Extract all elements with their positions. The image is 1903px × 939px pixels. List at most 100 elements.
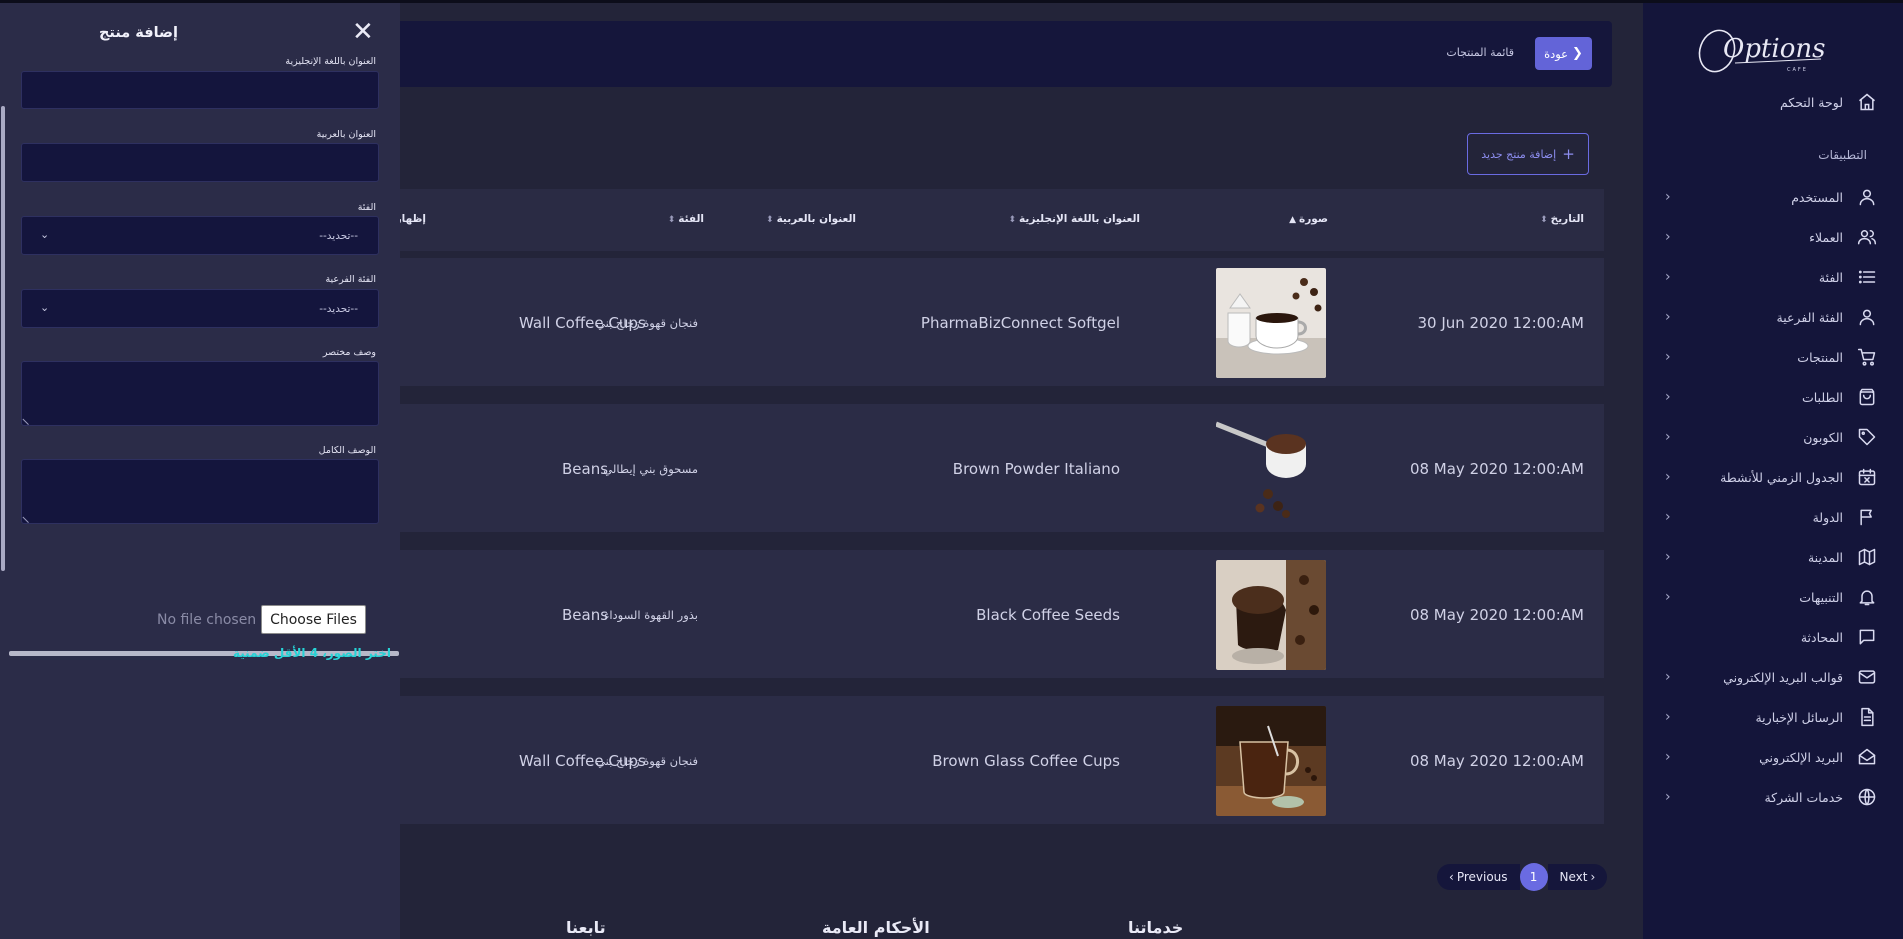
sidebar-item[interactable]: التنبيهات ‹ bbox=[1643, 577, 1903, 617]
back-button-label: عودة bbox=[1544, 46, 1569, 61]
chevron-left-icon: ‹ bbox=[1665, 429, 1671, 445]
sidebar-item-label: العملاء bbox=[1809, 229, 1843, 245]
column-date[interactable]: التاريخ⬍ bbox=[1540, 213, 1584, 225]
home-icon bbox=[1853, 92, 1881, 112]
sidebar-item[interactable]: العملاء ‹ bbox=[1643, 217, 1903, 257]
globe-icon bbox=[1853, 787, 1881, 807]
chevron-left-icon: ‹ bbox=[1665, 549, 1671, 565]
chevron-left-icon: ‹ bbox=[1665, 269, 1671, 285]
sidebar-item[interactable]: خدمات الشركة ‹ bbox=[1643, 777, 1903, 817]
chevron-right-icon: › bbox=[1590, 870, 1596, 884]
row-title-en: PharmaBizConnect Softgel bbox=[920, 314, 1120, 332]
category-select[interactable]: --تحديد-- ⌄ bbox=[21, 216, 379, 255]
map-icon bbox=[1853, 547, 1881, 567]
category-select-value: --تحديد-- bbox=[319, 230, 358, 242]
options-cafe-logo[interactable]: Options CAFE bbox=[1695, 17, 1825, 75]
sidebar-item-label: المحادثة bbox=[1800, 629, 1843, 645]
column-title-en[interactable]: العنوان باللغة الإنجليزية⬍ bbox=[1008, 213, 1140, 225]
row-title-ar: فنجان قهوة زجاج بني bbox=[596, 754, 698, 768]
bell-icon bbox=[1853, 587, 1881, 607]
table-row: Beans مسحوق بني إيطالي Brown Powder Ital… bbox=[325, 404, 1604, 532]
chevron-down-icon: ⌄ bbox=[40, 228, 50, 241]
chevron-left-icon: ‹ bbox=[1665, 349, 1671, 365]
sidebar-item-label: المنتجات bbox=[1797, 349, 1843, 365]
row-title-ar: بذور القهوة السوداء bbox=[603, 608, 698, 622]
coffee-scoop-image bbox=[1216, 414, 1326, 524]
resize-handle-icon[interactable] bbox=[22, 510, 35, 524]
vertical-scrollbar[interactable] bbox=[1, 106, 5, 571]
choose-files-button[interactable]: Choose Files bbox=[261, 605, 366, 634]
calendar-x-icon bbox=[1853, 467, 1881, 487]
sidebar-item-label: الدولة bbox=[1812, 509, 1843, 525]
sort-icon: ⬍ bbox=[1008, 215, 1017, 225]
sidebar-item-label: قوالب البريد الإلكتروني bbox=[1723, 669, 1843, 685]
subcategory-select[interactable]: --تحديد-- ⌄ bbox=[21, 289, 379, 328]
chevron-left-icon: ‹ bbox=[1665, 709, 1671, 725]
sidebar-item[interactable]: قوالب البريد الإلكتروني ‹ bbox=[1643, 657, 1903, 697]
sidebar-item[interactable]: المستخدم ‹ bbox=[1643, 177, 1903, 217]
sidebar-item[interactable]: البريد الإلكتروني ‹ bbox=[1643, 737, 1903, 777]
sidebar-item[interactable]: الجدول الزمني للأنشطة ‹ bbox=[1643, 457, 1903, 497]
sort-icon: ⬍ bbox=[667, 215, 676, 225]
field-label-subcategory: الفئة الفرعية bbox=[325, 274, 376, 285]
sidebar-item[interactable]: الفئة الفرعية ‹ bbox=[1643, 297, 1903, 337]
plus-icon: + bbox=[1562, 145, 1575, 163]
mail-icon bbox=[1853, 667, 1881, 687]
row-title-en: Black Coffee Seeds bbox=[976, 606, 1120, 624]
previous-page-button[interactable]: ‹ Previous bbox=[1437, 864, 1520, 890]
glass-coffee-cup-image bbox=[1216, 706, 1326, 816]
breadcrumb[interactable]: قائمة المنتجات bbox=[1446, 46, 1514, 59]
sidebar-item[interactable]: الكوبون ‹ bbox=[1643, 417, 1903, 457]
next-page-button[interactable]: Next › bbox=[1547, 864, 1608, 890]
sidebar: Options CAFE لوحة التحكم التطبيقات المست… bbox=[1643, 3, 1903, 939]
short-description-textarea[interactable] bbox=[21, 361, 379, 426]
chevron-left-icon: ‹ bbox=[1665, 589, 1671, 605]
sidebar-item-label: الجدول الزمني للأنشطة bbox=[1720, 469, 1843, 485]
chevron-left-icon: ‹ bbox=[1665, 789, 1671, 805]
sidebar-item[interactable]: الطلبات ‹ bbox=[1643, 377, 1903, 417]
sidebar-item-label: البريد الإلكتروني bbox=[1759, 749, 1843, 765]
column-image[interactable]: صورة▲ bbox=[1289, 213, 1328, 225]
footer-heading-terms: الأحكام العامة bbox=[822, 918, 930, 937]
footer-heading-follow: تابعنا bbox=[566, 918, 606, 937]
sidebar-item[interactable]: المدينة ‹ bbox=[1643, 537, 1903, 577]
chevron-left-icon: ‹ bbox=[1665, 309, 1671, 325]
pagination: ‹ Previous 1 Next › bbox=[1437, 863, 1608, 891]
sidebar-item-dashboard[interactable]: لوحة التحكم bbox=[1643, 82, 1903, 122]
field-label-title-en: العنوان باللغة الإنجليزية bbox=[285, 56, 376, 67]
title-ar-input[interactable] bbox=[21, 143, 379, 182]
close-icon[interactable]: ✕ bbox=[352, 19, 374, 45]
add-new-product-button[interactable]: + إضافة منتج جديد bbox=[1467, 133, 1589, 175]
sidebar-item-label: التنبيهات bbox=[1799, 589, 1843, 605]
back-button[interactable]: ❮ عودة bbox=[1535, 37, 1592, 70]
add-product-panel: إضافة منتج ✕ العنوان باللغة الإنجليزية ا… bbox=[0, 3, 400, 939]
row-date: 08 May 2020 12:00:AM bbox=[1409, 460, 1584, 478]
coffee-grounds-image bbox=[1216, 560, 1326, 670]
full-description-textarea[interactable] bbox=[21, 459, 379, 524]
sidebar-item[interactable]: الفئة ‹ bbox=[1643, 257, 1903, 297]
add-new-product-label: إضافة منتج جديد bbox=[1481, 147, 1557, 161]
column-category[interactable]: الفئة⬍ bbox=[668, 213, 704, 225]
row-title-en: Brown Powder Italiano bbox=[952, 460, 1120, 478]
sort-icon: ⬍ bbox=[1540, 215, 1548, 225]
list-icon bbox=[1853, 267, 1881, 287]
sidebar-item[interactable]: الرسائل الإخبارية ‹ bbox=[1643, 697, 1903, 737]
field-label-full-desc: الوصف الكامل bbox=[318, 445, 376, 456]
sidebar-item-label: الرسائل الإخبارية bbox=[1755, 709, 1843, 725]
title-en-input[interactable] bbox=[21, 71, 379, 109]
chevron-left-icon: ‹ bbox=[1665, 189, 1671, 205]
users-icon bbox=[1853, 227, 1881, 247]
page-1-button[interactable]: 1 bbox=[1519, 863, 1548, 891]
sidebar-item-label: الكوبون bbox=[1803, 429, 1843, 445]
resize-handle-icon[interactable] bbox=[22, 412, 35, 426]
sidebar-item[interactable]: المحادثة bbox=[1643, 617, 1903, 657]
file-icon bbox=[1853, 707, 1881, 727]
sidebar-item-label: لوحة التحكم bbox=[1779, 94, 1843, 110]
chevron-left-icon: ‹ bbox=[1665, 509, 1671, 525]
row-date: 30 Jun 2020 12:00:AM bbox=[1417, 314, 1585, 332]
sidebar-item[interactable]: الدولة ‹ bbox=[1643, 497, 1903, 537]
sidebar-item[interactable]: المنتجات ‹ bbox=[1643, 337, 1903, 377]
panel-title: إضافة منتج bbox=[98, 25, 178, 41]
column-title-ar[interactable]: العنوان بالعربية⬍ bbox=[766, 213, 856, 225]
table-row: Wall Coffee Cups فنجان قهوة زجاج بني Bro… bbox=[325, 696, 1604, 824]
